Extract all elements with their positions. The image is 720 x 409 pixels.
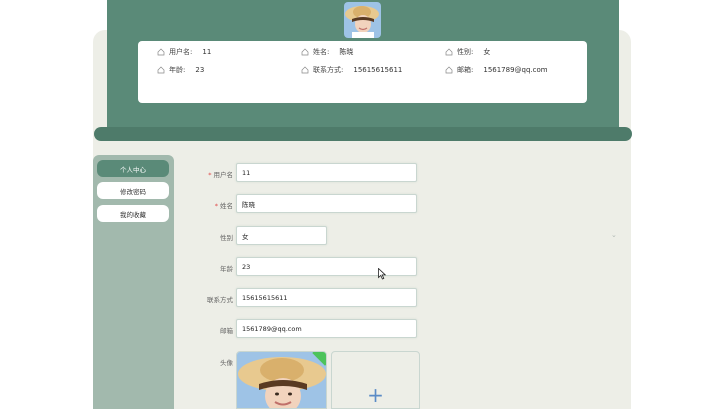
app-root: 用户名: 11 姓名: 陈晓 性别: 女 年龄: 23 联系方式: 156156… (0, 0, 720, 409)
info-username-value: 11 (202, 48, 212, 56)
info-phone: 联系方式: 15615615611 (301, 65, 402, 75)
gender-label: 性别 (220, 234, 233, 242)
username-label: * 用户名 (173, 169, 233, 179)
info-username-label: 用户名: (169, 48, 193, 56)
info-username: 用户名: 11 (157, 47, 211, 57)
user-icon (445, 48, 453, 56)
cursor-icon (378, 268, 386, 280)
user-icon (301, 48, 309, 56)
avatar-upload-button[interactable]: + (331, 351, 420, 409)
required-mark: * (214, 202, 218, 210)
header-divider-bar (94, 127, 632, 141)
avatar-preview[interactable] (236, 351, 327, 409)
name-label-text: 姓名 (220, 202, 233, 210)
user-info-card: 用户名: 11 姓名: 陈晓 性别: 女 年龄: 23 联系方式: 156156… (138, 41, 587, 103)
sidebar-item-profile[interactable]: 个人中心 (97, 160, 169, 177)
info-gender-label: 性别: (457, 48, 474, 56)
info-name-value: 陈晓 (339, 48, 354, 56)
info-email-label: 邮箱: (457, 66, 474, 74)
age-label: 年龄 (220, 265, 233, 273)
user-icon (445, 66, 453, 74)
user-icon (157, 48, 165, 56)
sidebar-item-favorites[interactable]: 我的收藏 (97, 205, 169, 222)
username-label-text: 用户名 (213, 171, 234, 179)
username-input[interactable]: 11 (236, 163, 417, 182)
header-avatar (344, 2, 381, 38)
email-input[interactable]: 1561789@qq.com (236, 319, 417, 338)
chevron-down-icon: ⌄ (611, 231, 617, 239)
info-gender-value: 女 (483, 48, 491, 56)
age-input[interactable]: 23 (236, 257, 417, 276)
info-age-value: 23 (195, 66, 205, 74)
info-age-label: 年龄: (169, 66, 186, 74)
info-name-label: 姓名: (313, 48, 330, 56)
info-name: 姓名: 陈晓 (301, 47, 353, 57)
email-label: 邮箱 (220, 327, 233, 335)
required-mark: * (208, 171, 212, 179)
user-icon (301, 66, 309, 74)
phone-input[interactable]: 15615615611 (236, 288, 417, 307)
sidebar-item-change-password[interactable]: 修改密码 (97, 182, 169, 199)
name-label: * 姓名 (173, 200, 233, 210)
info-email-value: 1561789@qq.com (483, 66, 548, 74)
info-email: 邮箱: 1561789@qq.com (445, 65, 548, 75)
gender-select[interactable]: 女 (236, 226, 327, 245)
info-gender: 性别: 女 (445, 47, 490, 57)
avatar-label: 头像 (220, 359, 233, 367)
name-input[interactable]: 陈晓 (236, 194, 417, 213)
info-phone-value: 15615615611 (353, 66, 403, 74)
info-phone-label: 联系方式: (313, 66, 344, 74)
user-icon (157, 66, 165, 74)
info-age: 年龄: 23 (157, 65, 204, 75)
phone-label: 联系方式 (207, 296, 233, 304)
plus-icon: + (367, 383, 384, 407)
